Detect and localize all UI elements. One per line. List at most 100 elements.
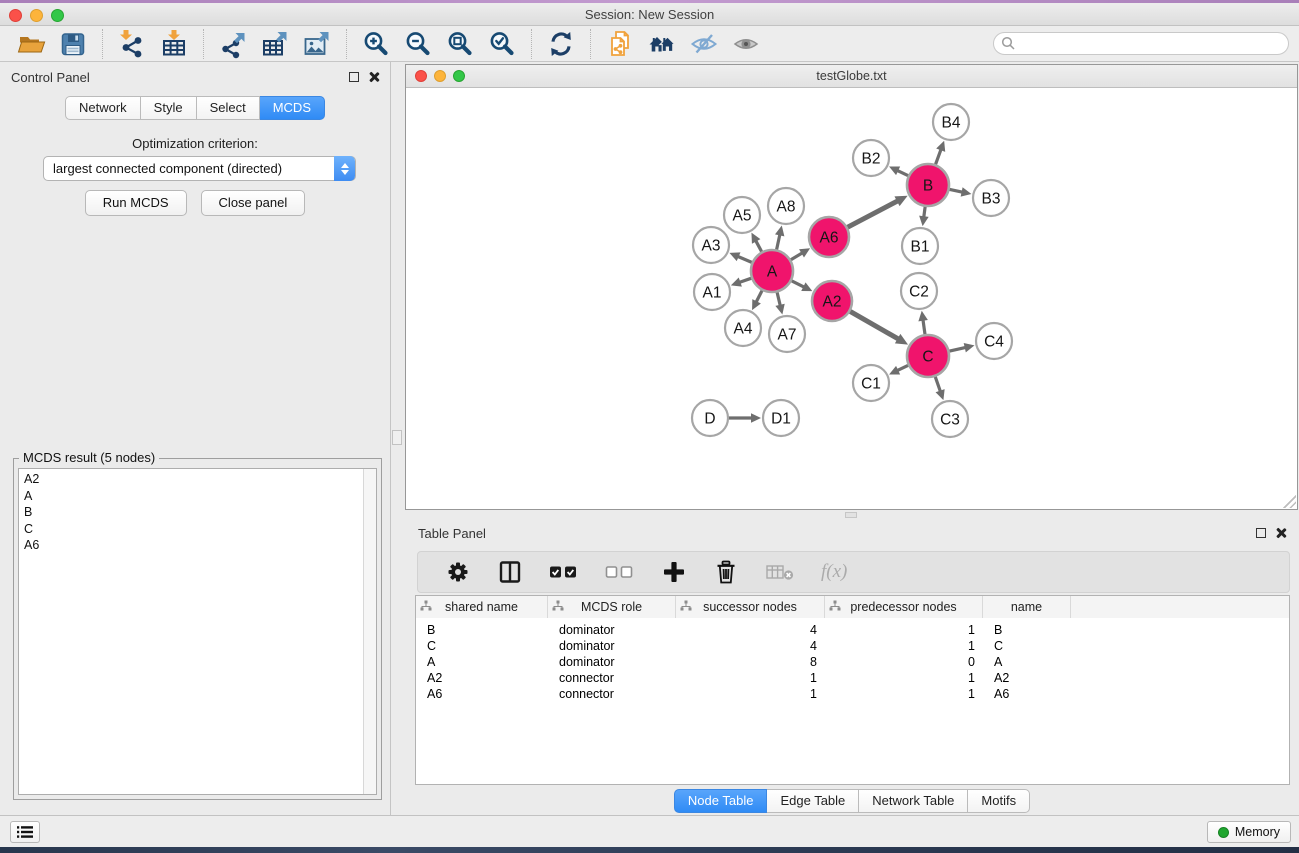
graph-edge-A-A1[interactable]: [739, 278, 752, 282]
table-cell[interactable]: B: [983, 622, 1071, 638]
graph-edge-A2-C[interactable]: [849, 311, 898, 339]
column-header-successor-nodes[interactable]: successor nodes: [676, 596, 825, 618]
show-panels-button[interactable]: [10, 821, 40, 843]
table-row[interactable]: A2connector11A2: [416, 670, 1289, 686]
column-header-shared-name[interactable]: shared name: [416, 596, 548, 618]
zoom-out-button[interactable]: [402, 28, 434, 60]
tab-mcds[interactable]: MCDS: [260, 96, 325, 120]
table-panel-float-button[interactable]: [1256, 528, 1266, 538]
table-cell[interactable]: 1: [825, 670, 983, 686]
control-panel-float-button[interactable]: [349, 72, 359, 82]
table-cell[interactable]: 4: [676, 638, 825, 654]
graph-edge-A-A3[interactable]: [738, 256, 753, 262]
mcds-result-item[interactable]: B: [19, 504, 376, 521]
delete-column-button[interactable]: [713, 559, 739, 585]
graph-edge-B-B1[interactable]: [924, 206, 925, 217]
save-session-button[interactable]: [57, 28, 89, 60]
table-cell[interactable]: A2: [416, 670, 548, 686]
table-settings-button[interactable]: [445, 559, 471, 585]
graph-edge-C-C1[interactable]: [897, 365, 909, 371]
apply-layout-button[interactable]: [545, 28, 577, 60]
zoom-in-button[interactable]: [360, 28, 392, 60]
close-panel-button[interactable]: Close panel: [201, 190, 306, 216]
table-cell[interactable]: A6: [416, 686, 548, 702]
home-view-button[interactable]: [646, 28, 678, 60]
table-cell[interactable]: C: [416, 638, 548, 654]
table-cell[interactable]: 1: [825, 638, 983, 654]
graph-edge-B-B4[interactable]: [935, 149, 941, 165]
network-from-selection-button[interactable]: [604, 28, 636, 60]
table-cell[interactable]: A2: [983, 670, 1071, 686]
select-all-columns-button[interactable]: [549, 564, 579, 580]
table-row[interactable]: A6connector11A6: [416, 686, 1289, 702]
table-cell[interactable]: dominator: [548, 622, 676, 638]
tab-network[interactable]: Network: [65, 96, 141, 120]
tab-network-table[interactable]: Network Table: [859, 789, 968, 813]
network-canvas[interactable]: A5A8A3AA1A4A7A6A2B2B4BB3B1C2CC4C1C3DD1: [406, 88, 1297, 509]
graph-edge-C-C2[interactable]: [923, 320, 925, 335]
control-panel-close-button[interactable]: [369, 71, 380, 82]
table-cell[interactable]: B: [416, 622, 548, 638]
vertical-split-handle[interactable]: [392, 430, 402, 445]
zoom-selected-button[interactable]: [486, 28, 518, 60]
table-cell[interactable]: dominator: [548, 654, 676, 670]
table-cell[interactable]: 1: [676, 686, 825, 702]
table-cell[interactable]: 0: [825, 654, 983, 670]
graph-edge-C-C4[interactable]: [948, 347, 965, 351]
graph-edge-B-B3[interactable]: [949, 189, 963, 192]
table-cell[interactable]: 1: [825, 622, 983, 638]
column-header-mcds-role[interactable]: MCDS role: [548, 596, 676, 618]
mcds-result-list[interactable]: A2ABCA6: [18, 468, 377, 795]
table-row[interactable]: Bdominator41B: [416, 622, 1289, 638]
graph-edge-A-A2[interactable]: [791, 280, 804, 287]
mcds-result-item[interactable]: A2: [19, 471, 376, 488]
table-cell[interactable]: C: [983, 638, 1071, 654]
graph-edge-A-A6[interactable]: [790, 253, 802, 260]
unselect-all-columns-button[interactable]: [605, 564, 635, 580]
search-input[interactable]: [993, 32, 1289, 55]
table-cell[interactable]: connector: [548, 686, 676, 702]
table-cell[interactable]: connector: [548, 670, 676, 686]
tab-motifs[interactable]: Motifs: [968, 789, 1030, 813]
import-network-button[interactable]: [116, 28, 148, 60]
toggle-column-view-button[interactable]: [497, 559, 523, 585]
zoom-fit-button[interactable]: [444, 28, 476, 60]
export-network-button[interactable]: [217, 28, 249, 60]
open-session-button[interactable]: [15, 28, 47, 60]
graph-edge-B-B2[interactable]: [897, 170, 909, 176]
table-cell[interactable]: 8: [676, 654, 825, 670]
graph-edge-A-A5[interactable]: [756, 241, 762, 253]
add-column-button[interactable]: [661, 559, 687, 585]
export-image-button[interactable]: [301, 28, 333, 60]
table-cell[interactable]: 4: [676, 622, 825, 638]
horizontal-split-handle[interactable]: [845, 512, 857, 518]
result-list-scrollbar[interactable]: [363, 469, 376, 794]
table-cell[interactable]: A: [983, 654, 1071, 670]
tab-select[interactable]: Select: [197, 96, 260, 120]
hide-selected-button[interactable]: [688, 28, 720, 60]
table-cell[interactable]: 1: [825, 686, 983, 702]
graph-edge-A-A4[interactable]: [756, 290, 762, 302]
mcds-result-item[interactable]: A: [19, 488, 376, 505]
tab-edge-table[interactable]: Edge Table: [767, 789, 859, 813]
graph-edge-C-C3[interactable]: [935, 376, 941, 392]
optimization-criterion-select[interactable]: largest connected component (directed): [43, 156, 356, 181]
column-header-name[interactable]: name: [983, 596, 1071, 618]
table-cell[interactable]: dominator: [548, 638, 676, 654]
table-cell[interactable]: 1: [676, 670, 825, 686]
graph-edge-A-A7[interactable]: [777, 291, 780, 305]
export-table-button[interactable]: [259, 28, 291, 60]
import-table-button[interactable]: [158, 28, 190, 60]
mcds-result-item[interactable]: A6: [19, 537, 376, 554]
tab-node-table[interactable]: Node Table: [674, 789, 768, 813]
table-panel-close-button[interactable]: [1276, 527, 1287, 538]
graph-edge-A-A8[interactable]: [776, 234, 779, 250]
tab-style[interactable]: Style: [141, 96, 197, 120]
show-all-button[interactable]: [730, 28, 762, 60]
table-row[interactable]: Cdominator41C: [416, 638, 1289, 654]
table-row[interactable]: Adominator80A: [416, 654, 1289, 670]
run-mcds-button[interactable]: Run MCDS: [85, 190, 187, 216]
table-cell[interactable]: A6: [983, 686, 1071, 702]
mcds-result-item[interactable]: C: [19, 521, 376, 538]
table-cell[interactable]: A: [416, 654, 548, 670]
